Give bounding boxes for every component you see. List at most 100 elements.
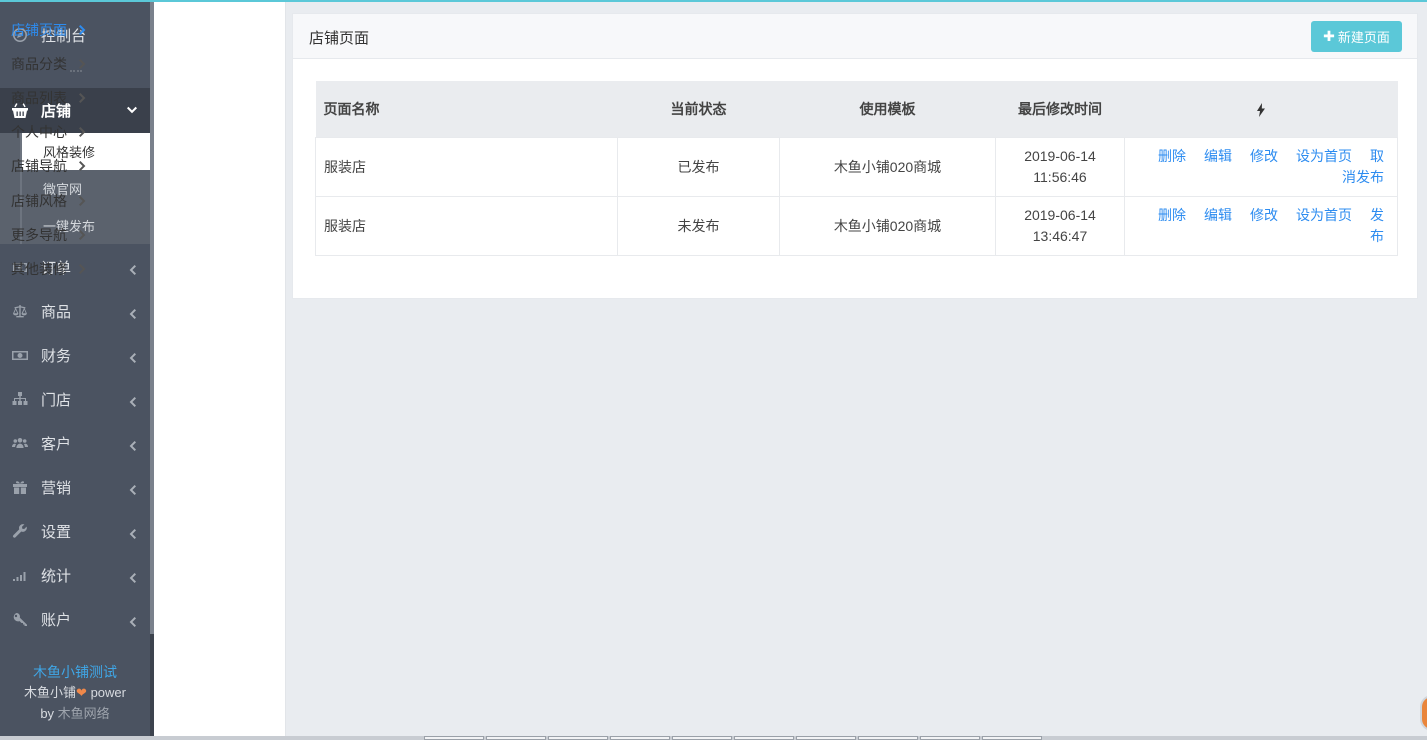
floating-assistant-icon[interactable] [1420,695,1427,731]
submenu-item-shop-navigation[interactable]: 店铺导航 [11,153,121,179]
wrench-icon [12,523,28,539]
shop-name-link[interactable]: 木鱼小铺测试 [0,662,150,682]
plus-icon: ✚ [1323,28,1335,44]
by-line: by 木鱼网络 [0,703,150,724]
taskbar-tab[interactable] [734,736,794,740]
chevron-left-icon [129,438,136,451]
modified-date: 2019-06-14 [1024,206,1096,223]
submenu-item-product-categories[interactable]: 商品分类 [11,51,121,77]
table-header-row: 页面名称 当前状态 使用模板 最后修改时间 [315,81,1398,137]
submenu-item-personal-center[interactable]: 个人中心 [11,119,121,145]
delete-link[interactable]: 删除 [1158,207,1186,223]
cell-template: 木鱼小铺020商城 [779,136,996,197]
modified-clock: 13:46:47 [1032,227,1088,244]
sidebar-item-label: 账户 [41,611,72,629]
chevron-left-icon [129,394,136,407]
modify-link[interactable]: 修改 [1250,207,1278,223]
chevron-left-icon [129,482,136,495]
by-text: by [40,706,55,721]
submenu-item-label: 店铺页面 [11,22,67,38]
submenu-item-other-decoration[interactable]: 其他装修 [11,256,121,282]
cell-page-name: 服装店 [315,136,618,197]
column-header-actions [1124,81,1398,137]
power-text: power [90,685,126,700]
cell-modified-time: 2019-06-14 11:56:46 [995,136,1125,197]
key-icon [12,611,28,627]
sidebar-item-label: 商品 [41,303,72,321]
edit-link[interactable]: 编辑 [1204,207,1232,223]
chevron-left-icon [129,570,136,583]
submenu-item-label: 店铺风格 [11,193,67,209]
sidebar-item-label: 门店 [41,391,72,409]
sidebar-item-stores[interactable]: 门店 [0,377,150,421]
submenu-item-shop-pages[interactable]: 店铺页面 [11,17,121,43]
sidebar-item-label: 客户 [41,435,72,453]
submenu-item-label: 更多导航 [11,227,67,243]
chevron-right-icon [79,25,86,35]
modify-link[interactable]: 修改 [1250,148,1278,164]
chevron-down-icon [126,104,138,116]
brand-text: 木鱼小铺 [24,685,77,700]
submenu-item-label: 商品分类 [11,56,67,72]
set-homepage-link[interactable]: 设为首页 [1296,148,1352,164]
taskbar-tab[interactable] [796,736,856,740]
cell-modified-time: 2019-06-14 13:46:47 [995,195,1125,256]
new-page-button[interactable]: ✚ 新建页面 [1311,21,1402,52]
table-row: 服装店 未发布 木鱼小铺020商城 2019-06-14 13:46:47 删除 编… [315,195,1398,256]
submenu-item-shop-style[interactable]: 店铺风格 [11,188,121,214]
column-header-page-name: 页面名称 [315,81,618,137]
sidebar-item-account[interactable]: 账户 [0,597,150,641]
shop-pages-panel: 店铺页面 ✚ 新建页面 页面名称 当前状态 使用模板 最后修改时间 服装店 已发… [292,13,1418,299]
taskbar-tab[interactable] [920,736,980,740]
chevron-left-icon [129,614,136,627]
sidebar-item-marketing[interactable]: 营销 [0,465,150,509]
column-header-template: 使用模板 [779,81,996,137]
submenu-item-more-navigation[interactable]: 更多导航 [11,222,121,248]
column-header-modified-time: 最后修改时间 [995,81,1125,137]
sidebar-item-label: 营销 [41,479,72,497]
cell-status: 未发布 [617,195,780,256]
column-header-status: 当前状态 [617,81,780,137]
chevron-left-icon [129,526,136,539]
taskbar-tab[interactable] [486,736,546,740]
taskbar-tab[interactable] [424,736,484,740]
taskbar-tab[interactable] [982,736,1042,740]
company-text: 木鱼网络 [57,706,110,721]
sidebar-item-label: 设置 [41,523,72,541]
submenu-item-label: 商品列表 [11,90,67,106]
submenu-item-label: 其他装修 [11,261,67,277]
submenu-item-product-list[interactable]: 商品列表 [11,85,121,111]
signal-icon [12,567,28,583]
sidebar-item-products[interactable]: 商品 [0,289,150,333]
modified-clock: 11:56:46 [1033,168,1087,185]
taskbar-tab[interactable] [672,736,732,740]
chevron-right-icon [79,127,86,137]
delete-link[interactable]: 删除 [1158,148,1186,164]
heart-icon: ❤ [76,685,87,700]
sidebar-item-customers[interactable]: 客户 [0,421,150,465]
set-homepage-link[interactable]: 设为首页 [1296,207,1352,223]
sidebar-item-settings[interactable]: 设置 [0,509,150,553]
cash-icon [12,347,28,363]
edit-link[interactable]: 编辑 [1204,148,1232,164]
chevron-left-icon [129,262,136,275]
sidebar-item-finance[interactable]: 财务 [0,333,150,377]
chevron-right-icon [79,230,86,240]
scale-icon [12,303,28,319]
taskbar-tab[interactable] [548,736,608,740]
cell-actions: 删除 编辑 修改 设为首页 发布 [1124,195,1398,256]
sidebar-item-label: 统计 [41,567,72,585]
sidebar-item-statistics[interactable]: 统计 [0,553,150,597]
taskbar-tab[interactable] [858,736,918,740]
modified-date: 2019-06-14 [1024,147,1096,164]
table-row: 服装店 已发布 木鱼小铺020商城 2019-06-14 11:56:46 删除 编… [315,136,1398,197]
chevron-right-icon [79,196,86,206]
power-line: 木鱼小铺❤ power [0,682,150,703]
chevron-right-icon [79,93,86,103]
sidebar-item-label: 财务 [41,347,72,365]
users-icon [12,435,28,451]
decoration-submenu [154,2,286,740]
cell-status: 已发布 [617,136,780,197]
taskbar-tab[interactable] [610,736,670,740]
publish-link[interactable]: 发布 [1370,207,1384,244]
